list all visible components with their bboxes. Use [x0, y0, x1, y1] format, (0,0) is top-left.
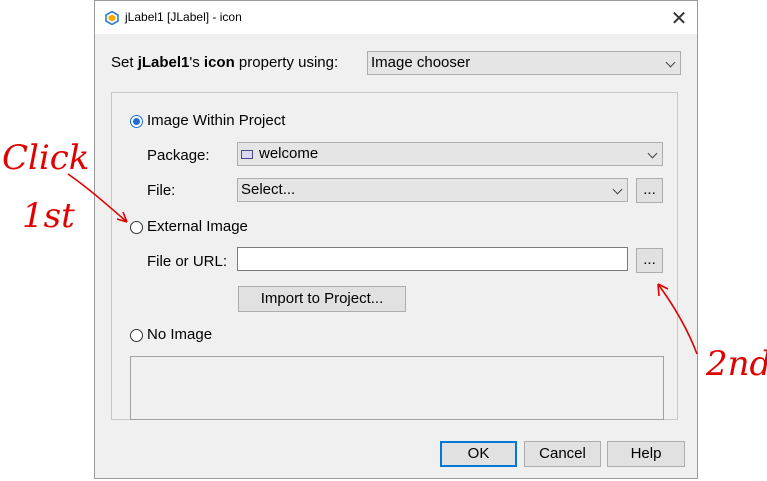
annotation-arrows: [67, 173, 698, 355]
arrow-to-browse-button: [657, 283, 698, 355]
arrow-to-external-radio: [67, 173, 128, 223]
